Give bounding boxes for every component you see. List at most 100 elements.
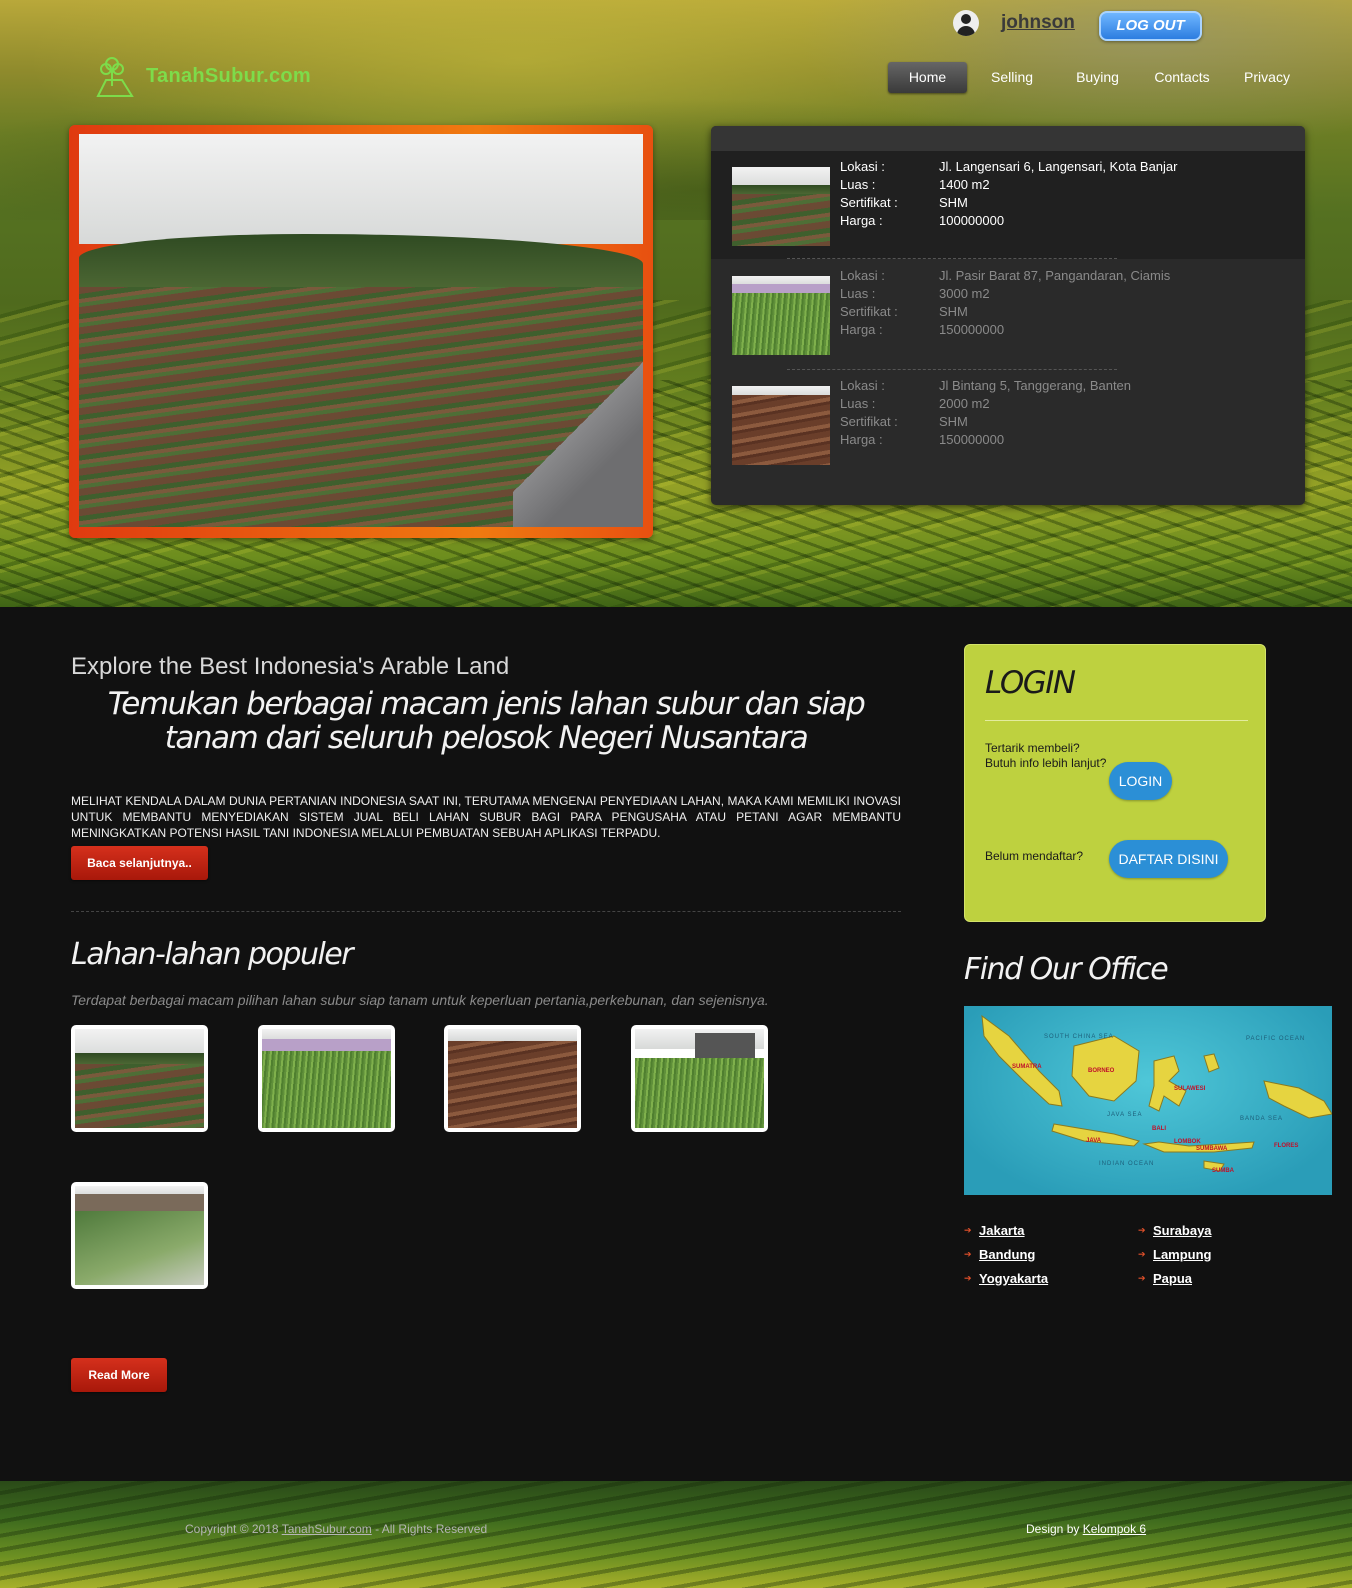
city-link-yogyakarta[interactable]: Yogyakarta [979, 1271, 1048, 1286]
popular-land-thumbnail[interactable] [258, 1025, 395, 1132]
city-link-bandung[interactable]: Bandung [979, 1247, 1035, 1262]
intro-text: MELIHAT KENDALA DALAM DUNIA PERTANIAN IN… [71, 794, 901, 840]
listing-details: Lokasi : Jl. Langensari 6, Langensari, Ko… [840, 158, 1178, 230]
luas-value: 2000 m2 [939, 396, 990, 411]
lokasi-value: Jl. Pasir Barat 87, Pangandaran, Ciamis [939, 268, 1171, 283]
copyright: Copyright © 2018 TanahSubur.com - All Ri… [185, 1522, 487, 1536]
harga-value: 100000000 [939, 213, 1005, 228]
listing-thumbnail[interactable] [732, 386, 830, 465]
sertifikat-value: SHM [939, 195, 968, 210]
popular-land-thumbnail[interactable] [444, 1025, 581, 1132]
latest-listings-panel: Lokasi : Jl. Langensari 6, Langensari, Ko… [711, 126, 1305, 505]
user-bar: johnson [953, 10, 1075, 36]
popular-land-thumbnail[interactable] [631, 1025, 768, 1132]
popular-description: Terdapat berbagai macam pilihan lahan su… [71, 992, 769, 1008]
listing-thumbnail[interactable] [732, 276, 830, 355]
logout-button[interactable]: LOG OUT [1099, 11, 1202, 41]
sertifikat-label: Sertifikat : [840, 414, 898, 429]
lokasi-value: Jl Bintang 5, Tanggerang, Banten [939, 378, 1132, 393]
login-button[interactable]: LOGIN [1109, 762, 1172, 800]
login-panel: LOGIN Tertarik membeli? Butuh info lebih… [964, 644, 1266, 922]
explore-title: Explore the Best Indonesia's Arable Land [71, 653, 510, 680]
luas-label: Luas : [840, 396, 876, 411]
design-link[interactable]: Kelompok 6 [1083, 1522, 1146, 1536]
listing-details: Lokasi : Jl. Pasir Barat 87, Pangandaran,… [840, 267, 1170, 339]
sertifikat-value: SHM [939, 414, 968, 429]
user-avatar-icon[interactable] [953, 10, 979, 36]
city-link-lampung[interactable]: Lampung [1153, 1247, 1212, 1262]
main-content: Explore the Best Indonesia's Arable Land… [0, 607, 1352, 1481]
map-region: SUMATRA [1012, 1064, 1042, 1070]
map-region: SUMBAWA [1196, 1146, 1228, 1152]
listing-item[interactable]: Lokasi : Jl. Langensari 6, Langensari, Ko… [711, 151, 1305, 259]
harga-label: Harga : [840, 432, 883, 447]
copyright-suffix: - All Rights Reserved [371, 1522, 488, 1536]
harga-value: 150000000 [939, 322, 1005, 337]
arrow-bullet-icon: ➔ [1138, 1273, 1146, 1283]
city-link-papua[interactable]: Papua [1153, 1271, 1192, 1286]
listing-divider [787, 258, 1117, 259]
login-title: LOGIN [985, 665, 1076, 701]
map-region: BORNEO [1088, 1068, 1115, 1074]
land-photo [75, 1029, 204, 1128]
featured-land-photo [79, 134, 643, 527]
indonesia-map[interactable]: SOUTH CHINA SEA PACIFIC OCEAN INDIAN OCE… [964, 1006, 1332, 1195]
popular-title: Lahan-lahan populer [71, 937, 354, 972]
tagline: Temukan berbagai macam jenis lahan subur… [107, 686, 866, 756]
register-button[interactable]: DAFTAR DISINI [1109, 840, 1228, 878]
register-prompt: Belum mendaftar? [985, 849, 1084, 863]
nav-buying[interactable]: Buying [1057, 62, 1138, 93]
listing-thumbnail[interactable] [732, 167, 830, 246]
design-prefix: Design by [1026, 1522, 1083, 1536]
read-more-intro-button[interactable]: Baca selanjutnya.. [71, 846, 208, 880]
featured-slider[interactable] [69, 125, 653, 538]
listing-item[interactable]: Lokasi : Jl. Pasir Barat 87, Pangandaran,… [711, 260, 1305, 370]
listing-details: Lokasi : Jl Bintang 5, Tanggerang, Banten… [840, 377, 1131, 449]
map-region: BALI [1152, 1126, 1166, 1132]
map-region: LOMBOK [1174, 1139, 1201, 1145]
luas-value: 1400 m2 [939, 177, 990, 192]
site-logo[interactable]: TanahSubur.com [88, 54, 311, 98]
arrow-bullet-icon: ➔ [964, 1249, 972, 1259]
luas-label: Luas : [840, 177, 876, 192]
copyright-prefix: Copyright © 2018 [185, 1522, 282, 1536]
sertifikat-label: Sertifikat : [840, 304, 898, 319]
harga-value: 150000000 [939, 432, 1005, 447]
listing-item[interactable]: Lokasi : Jl Bintang 5, Tanggerang, Banten… [711, 370, 1305, 478]
sertifikat-value: SHM [939, 304, 968, 319]
harga-label: Harga : [840, 213, 883, 228]
map-label: BANDA SEA [1240, 1116, 1284, 1122]
copyright-link[interactable]: TanahSubur.com [282, 1522, 372, 1536]
office-title: Find Our Office [964, 952, 1169, 987]
city-link-surabaya[interactable]: Surabaya [1153, 1223, 1212, 1238]
city-link-jakarta[interactable]: Jakarta [979, 1223, 1025, 1238]
login-prompt-2: Butuh info lebih lanjut? [985, 756, 1107, 770]
map-label: INDIAN OCEAN [1099, 1161, 1155, 1167]
arrow-bullet-icon: ➔ [964, 1273, 972, 1283]
luas-value: 3000 m2 [939, 286, 990, 301]
nav-privacy[interactable]: Privacy [1226, 62, 1308, 93]
footer: Copyright © 2018 TanahSubur.com - All Ri… [0, 1481, 1352, 1588]
map-label: SOUTH CHINA SEA [1044, 1034, 1114, 1040]
map-region: SUMBA [1212, 1168, 1234, 1174]
login-divider [985, 720, 1248, 721]
nav-home[interactable]: Home [888, 62, 967, 93]
land-photo [635, 1029, 764, 1128]
nav-selling[interactable]: Selling [967, 62, 1057, 93]
map-label: JAVA SEA [1107, 1112, 1143, 1118]
arrow-bullet-icon: ➔ [1138, 1225, 1146, 1235]
lokasi-value: Jl. Langensari 6, Langensari, Kota Banja… [939, 159, 1178, 174]
popular-land-thumbnail[interactable] [71, 1025, 208, 1132]
read-more-button[interactable]: Read More [71, 1358, 167, 1392]
main-nav: Home Selling Buying Contacts Privacy [888, 62, 1308, 93]
hero-banner: johnson LOG OUT TanahSubur.com Home Sell… [0, 0, 1352, 607]
arrow-bullet-icon: ➔ [1138, 1249, 1146, 1259]
map-region: SULAWESI [1174, 1086, 1206, 1092]
username-link[interactable]: johnson [1001, 12, 1075, 34]
nav-contacts[interactable]: Contacts [1138, 62, 1226, 93]
login-prompt-1: Tertarik membeli? [985, 741, 1080, 755]
harga-label: Harga : [840, 322, 883, 337]
popular-land-thumbnail[interactable] [71, 1182, 208, 1289]
lokasi-label: Lokasi : [840, 378, 885, 393]
land-photo [448, 1029, 577, 1128]
